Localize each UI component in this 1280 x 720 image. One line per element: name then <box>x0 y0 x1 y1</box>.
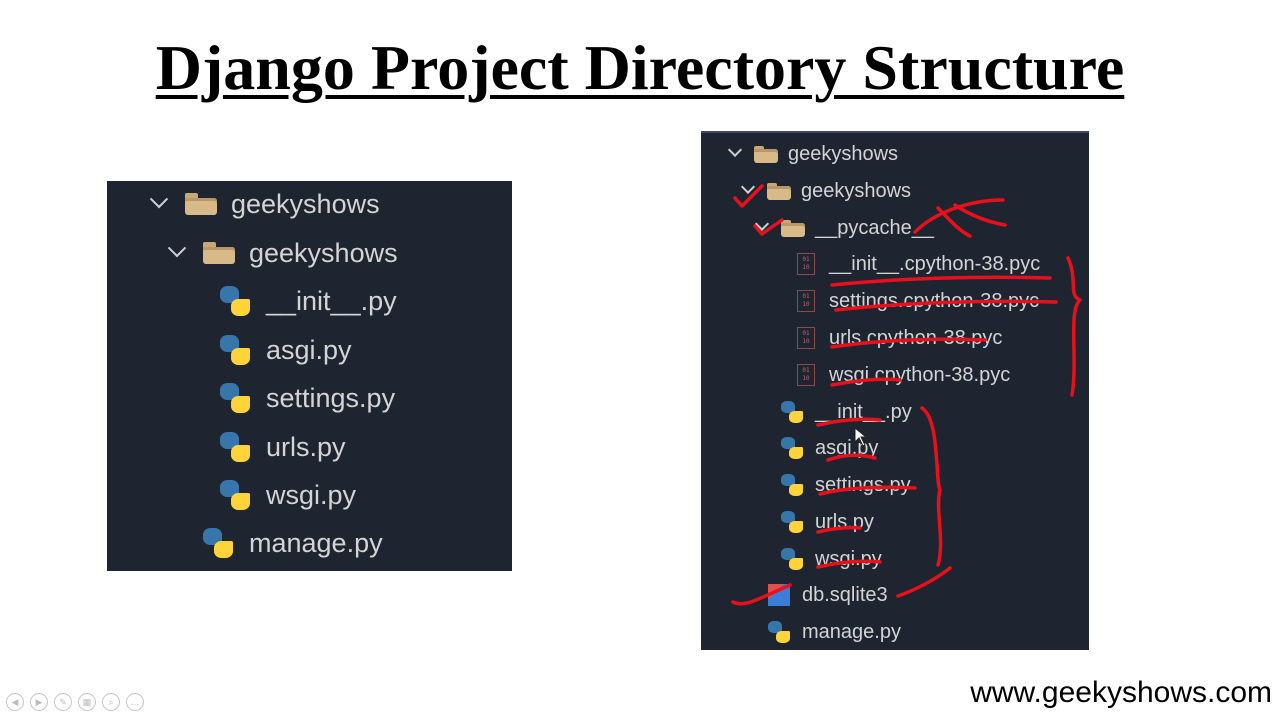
database-icon <box>768 584 790 606</box>
tree-file[interactable]: settings.py <box>781 470 911 500</box>
tree-file[interactable]: db.sqlite3 <box>768 580 888 610</box>
tree-file[interactable]: 01 10 wsgi.cpython-38.pyc <box>797 360 1010 390</box>
website-url: www.geekyshows.com <box>970 676 1272 709</box>
file-label: urls.cpython-38.pyc <box>829 326 1003 349</box>
chevron-down-icon[interactable] <box>147 192 171 216</box>
file-label: urls.py <box>266 431 346 462</box>
chevron-down-icon[interactable] <box>739 182 757 200</box>
file-label: manage.py <box>802 620 901 643</box>
tree-file[interactable]: 01 10 settings.cpython-38.pyc <box>797 286 1039 316</box>
tree-file[interactable]: __init__.py <box>781 397 912 427</box>
file-label: db.sqlite3 <box>802 583 888 606</box>
tree-file[interactable]: asgi.py <box>220 330 352 370</box>
python-file-icon <box>220 286 250 316</box>
pen-icon[interactable]: ✎ <box>54 693 72 711</box>
folder-icon <box>203 242 235 264</box>
slideshow-controls: ◀ ▶ ✎ ▦ ⌕ … <box>6 693 144 711</box>
tree-file[interactable]: __init__.py <box>220 281 397 321</box>
file-label: __init__.py <box>815 400 912 423</box>
file-label: wsgi.py <box>815 547 882 570</box>
python-file-icon <box>781 548 803 570</box>
tree-file[interactable]: manage.py <box>203 523 383 563</box>
file-label: wsgi.py <box>266 479 357 510</box>
folder-label: geekyshows <box>801 179 912 202</box>
tree-file[interactable]: asgi.py <box>781 433 878 463</box>
folder-icon <box>754 145 778 163</box>
chevron-down-icon[interactable] <box>165 241 189 265</box>
python-file-icon <box>781 401 803 423</box>
tree-file[interactable]: urls.py <box>781 507 874 537</box>
python-file-icon <box>220 383 250 413</box>
folder-label: geekyshows <box>249 237 398 268</box>
tree-folder-root[interactable]: geekyshows <box>147 184 380 224</box>
file-label: asgi.py <box>815 436 879 459</box>
tree-folder-app[interactable]: geekyshows <box>165 233 398 273</box>
slide-title-text: Django Project Directory Structure <box>155 32 1125 103</box>
tree-folder-root[interactable]: geekyshows <box>726 139 898 169</box>
left-file-tree: geekyshows geekyshows __init__.py asgi.p… <box>107 181 512 571</box>
slide-title: Django Project Directory Structure <box>0 28 1280 108</box>
python-file-icon <box>220 335 250 365</box>
tree-file[interactable]: urls.py <box>220 427 346 467</box>
file-label: __init__.py <box>266 285 397 316</box>
file-label: asgi.py <box>266 334 352 365</box>
python-file-icon <box>220 480 250 510</box>
chevron-down-icon[interactable] <box>726 145 744 163</box>
file-label: settings.cpython-38.pyc <box>829 289 1040 312</box>
folder-label: geekyshows <box>231 188 380 219</box>
zoom-icon[interactable]: ⌕ <box>102 693 120 711</box>
more-options-icon[interactable]: … <box>126 693 144 711</box>
folder-label: geekyshows <box>788 142 899 165</box>
folder-icon <box>767 182 791 200</box>
tree-file[interactable]: wsgi.py <box>220 475 356 515</box>
tree-file[interactable]: settings.py <box>220 378 395 418</box>
file-label: urls.py <box>815 510 874 533</box>
previous-slide-icon[interactable]: ◀ <box>6 693 24 711</box>
chevron-down-icon[interactable] <box>753 219 771 237</box>
tree-file[interactable]: wsgi.py <box>781 544 882 574</box>
tree-file[interactable]: 01 10 __init__.cpython-38.pyc <box>797 249 1040 279</box>
file-label: manage.py <box>249 527 383 558</box>
folder-icon <box>185 193 217 215</box>
file-label: settings.py <box>815 473 911 496</box>
python-file-icon <box>220 432 250 462</box>
python-file-icon <box>781 474 803 496</box>
file-label: __init__.cpython-38.pyc <box>829 252 1041 275</box>
pyc-file-icon: 01 10 <box>797 364 815 386</box>
tree-folder-pycache[interactable]: __pycache__ <box>753 213 934 243</box>
slides-grid-icon[interactable]: ▦ <box>78 693 96 711</box>
file-label: wsgi.cpython-38.pyc <box>829 363 1011 386</box>
folder-label: __pycache__ <box>815 216 934 239</box>
tree-file[interactable]: 01 10 urls.cpython-38.pyc <box>797 323 1002 353</box>
pyc-file-icon: 01 10 <box>797 290 815 312</box>
right-file-tree: geekyshows geekyshows __pycache__ 01 10 _… <box>701 131 1089 650</box>
python-file-icon <box>203 528 233 558</box>
pyc-file-icon: 01 10 <box>797 253 815 275</box>
tree-file[interactable]: manage.py <box>768 617 901 647</box>
pyc-file-icon: 01 10 <box>797 327 815 349</box>
tree-folder-app[interactable]: geekyshows <box>739 176 911 206</box>
python-file-icon <box>768 621 790 643</box>
python-file-icon <box>781 511 803 533</box>
next-slide-icon[interactable]: ▶ <box>30 693 48 711</box>
python-file-icon <box>781 437 803 459</box>
file-label: settings.py <box>266 382 396 413</box>
folder-icon <box>781 219 805 237</box>
